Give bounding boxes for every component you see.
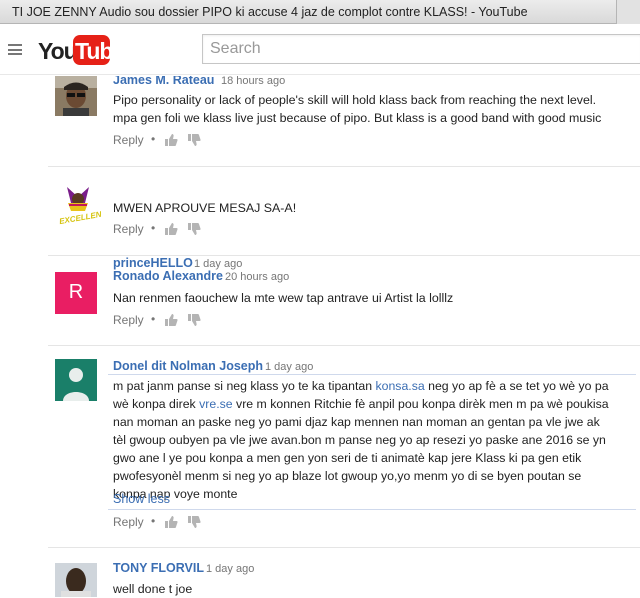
- logo-tube-text: Tube: [75, 38, 125, 64]
- reply-button[interactable]: Reply: [113, 133, 144, 147]
- comment-author[interactable]: princeHELLO: [113, 256, 193, 270]
- reply-button[interactable]: Reply: [113, 313, 144, 327]
- avatar[interactable]: EXCELLENT: [55, 181, 101, 231]
- comment-separator: [48, 166, 640, 167]
- logo-tube-badge: Tube: [73, 35, 125, 65]
- separator-dot: •: [151, 312, 156, 326]
- avatar[interactable]: [55, 563, 97, 597]
- comment-time[interactable]: 20 hours ago: [225, 271, 289, 283]
- thumbs-down-icon[interactable]: [187, 313, 201, 327]
- thumbs-down-icon[interactable]: [187, 222, 201, 236]
- comment-author[interactable]: Donel dit Nolman Joseph: [113, 359, 263, 373]
- comment-line: mpa gen foli we klass live just because …: [113, 111, 602, 125]
- comment-time[interactable]: 1 day ago: [206, 563, 254, 575]
- separator-dot: •: [151, 132, 156, 146]
- comment-line: Pipo personality or lack of people's ski…: [113, 93, 597, 107]
- avatar[interactable]: [55, 359, 97, 401]
- thumbs-down-icon[interactable]: [187, 133, 201, 147]
- comment-author[interactable]: James M. Rateau: [113, 76, 214, 87]
- comment-text: Pipo personality or lack of people's ski…: [113, 91, 633, 127]
- avatar[interactable]: R: [55, 272, 97, 314]
- thumbs-up-icon[interactable]: [164, 222, 178, 236]
- youtube-header: You Tube: [0, 25, 640, 75]
- comment-time[interactable]: 18 hours ago: [221, 76, 285, 87]
- avatar[interactable]: [55, 76, 97, 116]
- window-button[interactable]: [616, 0, 640, 24]
- window-title: TI JOE ZENNY Audio sou dossier PIPO ki a…: [12, 5, 528, 19]
- separator-dot: •: [151, 221, 156, 235]
- reply-button[interactable]: Reply: [113, 222, 144, 236]
- show-less-link[interactable]: Show less: [113, 492, 170, 506]
- logo-you-text: You: [38, 38, 78, 64]
- comments-list: James M. Rateau 18 hours ago Pipo person…: [0, 76, 640, 597]
- search-input[interactable]: [203, 35, 640, 63]
- comment-author[interactable]: Ronado Alexandre: [113, 269, 223, 283]
- hamburger-menu-icon[interactable]: [8, 44, 22, 55]
- thumbs-up-icon[interactable]: [164, 515, 178, 529]
- comment-author[interactable]: TONY FLORVIL: [113, 561, 204, 575]
- thumbs-up-icon[interactable]: [164, 133, 178, 147]
- reply-button[interactable]: Reply: [113, 515, 144, 529]
- thumbs-up-icon[interactable]: [164, 313, 178, 327]
- comment-time[interactable]: 1 day ago: [265, 361, 313, 373]
- default-user-icon: [55, 359, 97, 401]
- avatar-letter: R: [68, 281, 84, 303]
- search-box[interactable]: [202, 34, 640, 64]
- window-titlebar: TI JOE ZENNY Audio sou dossier PIPO ki a…: [0, 0, 640, 24]
- youtube-logo[interactable]: You Tube: [38, 35, 125, 65]
- thumbs-down-icon[interactable]: [187, 515, 201, 529]
- separator-dot: •: [151, 514, 156, 528]
